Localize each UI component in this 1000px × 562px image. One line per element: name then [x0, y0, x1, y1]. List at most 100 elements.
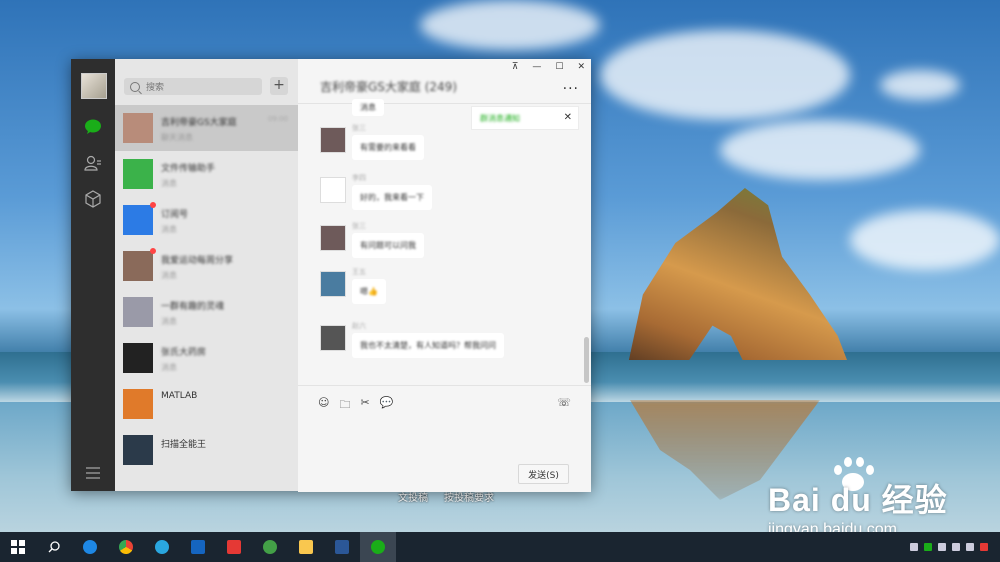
more-options-icon[interactable]: ··· [563, 81, 579, 97]
conversation-avatar [123, 343, 153, 373]
emoji-icon[interactable]: ☺ [318, 396, 329, 415]
volume-icon[interactable] [966, 543, 974, 551]
tray-icon[interactable] [910, 543, 918, 551]
add-button[interactable]: + [270, 77, 288, 95]
conversation-preview: 消息 [161, 317, 177, 326]
cloud [880, 70, 960, 100]
cloud [850, 210, 1000, 270]
file-icon[interactable]: 🗀 [339, 396, 350, 415]
conversation-avatar [123, 202, 156, 235]
app-icon[interactable] [216, 532, 252, 562]
conversation-item[interactable]: MATLAB [115, 381, 298, 427]
sender-avatar[interactable] [320, 127, 346, 153]
call-icon[interactable]: ☏ [557, 396, 571, 409]
message-bubble[interactable]: 有需要的来看看 [352, 135, 424, 160]
system-tray [910, 532, 994, 562]
conversation-name: 订阅号 [161, 210, 189, 220]
chat-history-icon[interactable]: 💬 [380, 396, 394, 415]
unread-badge [150, 202, 156, 208]
conversation-name: 文件传输助手 [161, 164, 216, 174]
cloud [420, 0, 600, 50]
conversation-preview: 消息 [161, 271, 177, 280]
conversation-list: 搜索 + 吉利帝豪GS大家庭 聊天消息 09:00 文件传输助手 消息 订阅号 消息 我爱运动… [115, 59, 298, 491]
message-bubble[interactable]: 我也不太清楚，有人知道吗？帮我问问 [352, 333, 504, 358]
message-text: 我也不太清楚，有人知道吗？帮我问问 [360, 341, 496, 350]
menu-icon[interactable] [83, 463, 103, 483]
edge-icon[interactable] [72, 532, 108, 562]
conversation-item[interactable]: 我爱运动每周分享 消息 [115, 243, 298, 289]
close-button[interactable]: ✕ [577, 62, 585, 72]
chat-panel: 吉利帝豪GS大家庭 (249) ⊼ — ☐ ✕ ··· 消息 张三 有需要的来看看李… [298, 59, 591, 492]
message-bubble[interactable]: 嗯👍 [352, 279, 386, 304]
app-icon[interactable] [252, 532, 288, 562]
sender-avatar[interactable] [320, 225, 346, 251]
tray-icon[interactable] [980, 543, 988, 551]
message-text: 有问题可以问我 [360, 241, 416, 250]
message-bubble[interactable]: 消息 [352, 99, 384, 116]
sender-name: 王五 [352, 268, 366, 276]
conversation-preview: 消息 [161, 363, 177, 372]
message-text: 消息 [360, 103, 376, 112]
conversation-avatar [123, 159, 153, 189]
conversation-name: 张氏大药房 [161, 348, 207, 358]
chat-title: 吉利帝豪GS大家庭 (249) [320, 80, 457, 94]
search-icon [130, 81, 140, 92]
maximize-button[interactable]: ☐ [555, 62, 563, 72]
network-icon[interactable] [952, 543, 960, 551]
file-explorer-icon[interactable] [288, 532, 324, 562]
unread-badge [150, 248, 156, 254]
conversation-name: 一群有趣的灵魂 [161, 302, 225, 312]
sender-avatar[interactable] [320, 177, 346, 203]
send-button[interactable]: 发送(S) [518, 464, 569, 484]
contacts-icon[interactable] [83, 153, 103, 173]
conversation-item[interactable]: 吉利帝豪GS大家庭 聊天消息 09:00 [115, 105, 298, 151]
wechat-icon[interactable] [360, 532, 396, 562]
conversation-item[interactable]: 扫描全能王 [115, 427, 298, 473]
app-icon[interactable] [180, 532, 216, 562]
user-avatar[interactable] [81, 73, 107, 99]
tray-icon[interactable] [938, 543, 946, 551]
ie-icon[interactable] [144, 532, 180, 562]
conversation-time: 09:00 [267, 115, 288, 123]
start-button[interactable] [0, 532, 36, 562]
conversation-avatar [123, 297, 153, 327]
group-notice[interactable]: 群消息通知 ✕ [471, 106, 579, 130]
chat-icon[interactable] [83, 117, 103, 137]
chrome-icon[interactable] [108, 532, 144, 562]
sender-avatar[interactable] [320, 325, 346, 351]
chat-header: 吉利帝豪GS大家庭 (249) ⊼ — ☐ ✕ ··· [298, 59, 591, 104]
taskbar [0, 532, 1000, 562]
sender-name: 张三 [352, 222, 366, 230]
sender-name: 赵六 [352, 322, 366, 330]
tray-wechat-icon[interactable] [924, 543, 932, 551]
search-placeholder: 搜索 [146, 83, 165, 93]
message-bubble[interactable]: 好的，我来看一下 [352, 185, 432, 210]
sender-avatar[interactable] [320, 271, 346, 297]
conversation-item[interactable]: 文件传输助手 消息 [115, 151, 298, 197]
conversation-avatar [123, 389, 153, 419]
minimize-button[interactable]: — [532, 62, 541, 72]
chat-scrollbar[interactable] [584, 337, 589, 383]
pin-icon[interactable]: ⊼ [512, 62, 519, 72]
message-bubble[interactable]: 有问题可以问我 [352, 233, 424, 258]
wechat-window: 搜索 + 吉利帝豪GS大家庭 聊天消息 09:00 文件传输助手 消息 订阅号 消息 我爱运动… [71, 59, 591, 492]
conversation-name: 扫描全能王 [161, 440, 207, 450]
conversation-item[interactable]: 张氏大药房 消息 [115, 335, 298, 381]
notice-close-icon[interactable]: ✕ [564, 112, 572, 123]
sea-rock [628, 188, 847, 360]
word-icon[interactable] [324, 532, 360, 562]
conversation-preview: 消息 [161, 179, 177, 188]
conversation-preview: 消息 [161, 225, 177, 234]
search-icon[interactable] [36, 532, 72, 562]
search-input[interactable]: 搜索 [124, 78, 262, 95]
conversation-item[interactable]: 订阅号 消息 [115, 197, 298, 243]
window-controls: ⊼ — ☐ ✕ [512, 62, 585, 72]
conversation-preview: 聊天消息 [161, 133, 193, 142]
conversation-item[interactable]: 一群有趣的灵魂 消息 [115, 289, 298, 335]
conversation-name: 我爱运动每周分享 [161, 256, 234, 266]
baidu-watermark: Bai du 经验 jingyan.baidu.com [768, 455, 948, 539]
favorites-icon[interactable] [83, 189, 103, 209]
message-composer[interactable]: ☺ 🗀 ✂ 💬 ☏ 发送(S) [298, 385, 591, 492]
cloud [600, 30, 850, 120]
screenshot-icon[interactable]: ✂ [360, 396, 369, 415]
